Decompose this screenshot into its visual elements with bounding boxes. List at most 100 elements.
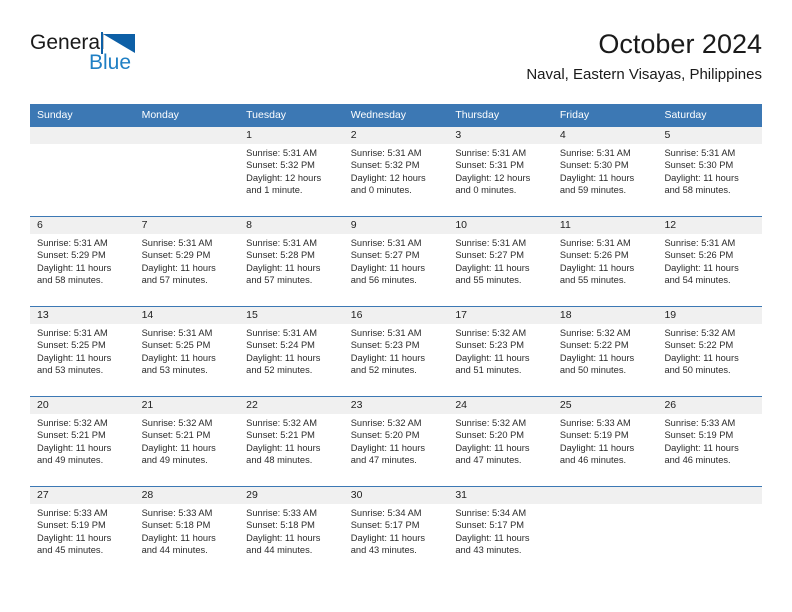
calendar-day-cell[interactable]: 5 Sunrise: 5:31 AM Sunset: 5:30 PM Daylight…	[657, 127, 763, 216]
daylight-duration-line1: Daylight: 11 hours	[141, 532, 216, 543]
daylight-duration-line1: Daylight: 11 hours	[664, 172, 739, 183]
calendar-day-cell[interactable]: 26 Sunrise: 5:33 AM Sunset: 5:19 PM Dayligh…	[657, 397, 763, 486]
calendar-day-cell[interactable]: 19 Sunrise: 5:32 AM Sunset: 5:22 PM Dayligh…	[657, 307, 763, 396]
calendar-day-cell[interactable]: 28 Sunrise: 5:33 AM Sunset: 5:18 PM Dayligh…	[134, 487, 240, 576]
calendar-day-cell[interactable]: 25 Sunrise: 5:33 AM Sunset: 5:19 PM Dayligh…	[552, 397, 658, 486]
daylight-duration-line2: and 54 minutes.	[664, 274, 731, 285]
calendar-day-cell[interactable]: 17 Sunrise: 5:32 AM Sunset: 5:23 PM Dayligh…	[448, 307, 553, 396]
calendar-day-cell[interactable]: 22 Sunrise: 5:32 AM Sunset: 5:21 PM Dayligh…	[239, 397, 344, 486]
day-number: 8	[239, 217, 344, 234]
day-number: 10	[448, 217, 553, 234]
weekday-header-saturday: Saturday	[664, 109, 707, 121]
day-details: Sunrise: 5:32 AM Sunset: 5:21 PM Daylight:…	[135, 414, 240, 466]
calendar-day-cell[interactable]: 15 Sunrise: 5:31 AM Sunset: 5:24 PM Dayligh…	[239, 307, 344, 396]
calendar-grid: Sunday Monday Tuesday Wednesday Thursday…	[30, 104, 763, 576]
daylight-duration-line1: Daylight: 11 hours	[559, 352, 635, 363]
sunrise-time: Sunrise: 5:32 AM	[455, 418, 527, 428]
calendar-day-cell[interactable]: 6 Sunrise: 5:31 AM Sunset: 5:29 PM Daylight…	[30, 217, 135, 306]
calendar-day-cell[interactable]: 10 Sunrise: 5:31 AM Sunset: 5:27 PM Dayligh…	[448, 217, 553, 306]
day-number	[134, 127, 240, 144]
calendar-day-cell[interactable]: 24 Sunrise: 5:32 AM Sunset: 5:20 PM Dayligh…	[448, 397, 553, 486]
calendar-day-cell[interactable]: 3 Sunrise: 5:31 AM Sunset: 5:31 PM Daylight…	[448, 127, 553, 216]
daylight-duration-line2: and 55 minutes.	[559, 274, 627, 285]
calendar-day-cell[interactable]: 27 Sunrise: 5:33 AM Sunset: 5:19 PM Dayligh…	[30, 487, 135, 576]
sunrise-time: Sunrise: 5:31 AM	[455, 148, 527, 158]
sunset-time: Sunset: 5:31 PM	[455, 160, 525, 171]
day-number: 3	[448, 127, 553, 144]
sunset-time: Sunset: 5:24 PM	[246, 340, 315, 351]
weekday-header-wednesday: Wednesday	[350, 109, 406, 121]
daylight-duration-line2: and 46 minutes.	[559, 454, 627, 465]
day-details: Sunrise: 5:31 AM Sunset: 5:31 PM Daylight:…	[448, 144, 553, 196]
general-blue-logo[interactable]: General Blue	[30, 32, 160, 80]
daylight-duration-line2: and 52 minutes.	[246, 364, 313, 375]
day-details: Sunrise: 5:32 AM Sunset: 5:20 PM Daylight:…	[344, 414, 449, 466]
daylight-duration-line2: and 58 minutes.	[664, 184, 731, 195]
calendar-day-cell[interactable]: 18 Sunrise: 5:32 AM Sunset: 5:22 PM Dayligh…	[552, 307, 658, 396]
sunset-time: Sunset: 5:19 PM	[37, 520, 106, 531]
daylight-duration-line1: Daylight: 11 hours	[141, 262, 216, 273]
calendar-day-cell[interactable]: 30 Sunrise: 5:34 AM Sunset: 5:17 PM Dayligh…	[343, 487, 449, 576]
calendar-day-cell[interactable]: 13 Sunrise: 5:31 AM Sunset: 5:25 PM Dayligh…	[30, 307, 135, 396]
sunset-time: Sunset: 5:19 PM	[664, 430, 734, 441]
calendar-day-cell[interactable]: 7 Sunrise: 5:31 AM Sunset: 5:29 PM Daylight…	[134, 217, 240, 306]
calendar-day-cell[interactable]: 21 Sunrise: 5:32 AM Sunset: 5:21 PM Dayligh…	[134, 397, 240, 486]
daylight-duration-line2: and 56 minutes.	[350, 274, 417, 285]
sunset-time: Sunset: 5:21 PM	[37, 430, 106, 441]
day-number: 26	[657, 397, 763, 414]
daylight-duration-line2: and 55 minutes.	[455, 274, 522, 285]
calendar-day-cell[interactable]: 14 Sunrise: 5:31 AM Sunset: 5:25 PM Dayligh…	[134, 307, 240, 396]
weekday-header-tuesday: Tuesday	[246, 109, 287, 121]
day-details: Sunrise: 5:34 AM Sunset: 5:17 PM Daylight:…	[344, 504, 449, 556]
sunrise-time: Sunrise: 5:33 AM	[664, 418, 736, 428]
calendar-day-cell[interactable]: 20 Sunrise: 5:32 AM Sunset: 5:21 PM Dayligh…	[30, 397, 135, 486]
calendar-day-cell[interactable]: 11 Sunrise: 5:31 AM Sunset: 5:26 PM Dayligh…	[552, 217, 658, 306]
day-number: 25	[552, 397, 658, 414]
day-number: 21	[134, 397, 240, 414]
daylight-duration-line1: Daylight: 11 hours	[141, 352, 216, 363]
daylight-duration-line1: Daylight: 11 hours	[350, 352, 425, 363]
day-details: Sunrise: 5:31 AM Sunset: 5:25 PM Daylight:…	[30, 324, 135, 376]
daylight-duration-line1: Daylight: 11 hours	[455, 532, 530, 543]
calendar-week-row: 1 Sunrise: 5:31 AM Sunset: 5:32 PM Daylight…	[30, 127, 763, 216]
daylight-duration-line2: and 47 minutes.	[455, 454, 522, 465]
calendar-weeks: 1 Sunrise: 5:31 AM Sunset: 5:32 PM Daylight…	[30, 127, 763, 576]
day-number: 27	[30, 487, 135, 504]
day-number: 14	[134, 307, 240, 324]
day-number: 18	[552, 307, 658, 324]
day-number: 1	[239, 127, 344, 144]
daylight-duration-line1: Daylight: 11 hours	[350, 442, 425, 453]
calendar-day-cell[interactable]: 1 Sunrise: 5:31 AM Sunset: 5:32 PM Daylight…	[239, 127, 344, 216]
calendar-day-cell[interactable]: 12 Sunrise: 5:31 AM Sunset: 5:26 PM Dayligh…	[657, 217, 763, 306]
daylight-duration-line1: Daylight: 11 hours	[664, 352, 739, 363]
weekday-header-friday: Friday	[559, 109, 590, 121]
sunrise-time: Sunrise: 5:32 AM	[350, 418, 422, 428]
daylight-duration-line2: and 45 minutes.	[37, 544, 104, 555]
calendar-day-cell[interactable]: 8 Sunrise: 5:31 AM Sunset: 5:28 PM Daylight…	[239, 217, 344, 306]
sunrise-time: Sunrise: 5:33 AM	[559, 418, 631, 428]
sunrise-time: Sunrise: 5:31 AM	[246, 148, 317, 158]
page-subtitle: Naval, Eastern Visayas, Philippines	[526, 66, 762, 83]
calendar-day-cell[interactable]: 4 Sunrise: 5:31 AM Sunset: 5:30 PM Daylight…	[552, 127, 658, 216]
day-number: 15	[239, 307, 344, 324]
day-number: 31	[448, 487, 553, 504]
day-details: Sunrise: 5:33 AM Sunset: 5:19 PM Daylight:…	[553, 414, 658, 466]
calendar-day-cell[interactable]: 16 Sunrise: 5:31 AM Sunset: 5:23 PM Dayligh…	[343, 307, 449, 396]
sunset-time: Sunset: 5:22 PM	[559, 340, 629, 351]
daylight-duration-line1: Daylight: 11 hours	[37, 262, 112, 273]
sunrise-time: Sunrise: 5:31 AM	[664, 238, 736, 248]
calendar-day-cell[interactable]: 23 Sunrise: 5:32 AM Sunset: 5:20 PM Dayligh…	[343, 397, 449, 486]
sunset-time: Sunset: 5:27 PM	[350, 250, 420, 261]
sunrise-time: Sunrise: 5:31 AM	[246, 328, 317, 338]
sunset-time: Sunset: 5:17 PM	[350, 520, 420, 531]
day-number: 24	[448, 397, 553, 414]
sunrise-time: Sunrise: 5:32 AM	[141, 418, 213, 428]
sunrise-time: Sunrise: 5:31 AM	[350, 328, 422, 338]
day-details: Sunrise: 5:31 AM Sunset: 5:24 PM Daylight:…	[239, 324, 344, 376]
calendar-day-cell[interactable]: 29 Sunrise: 5:33 AM Sunset: 5:18 PM Dayligh…	[239, 487, 344, 576]
calendar-day-cell[interactable]: 2 Sunrise: 5:31 AM Sunset: 5:32 PM Daylight…	[343, 127, 449, 216]
calendar-day-cell[interactable]: 9 Sunrise: 5:31 AM Sunset: 5:27 PM Daylight…	[343, 217, 449, 306]
day-details: Sunrise: 5:32 AM Sunset: 5:20 PM Daylight:…	[448, 414, 553, 466]
daylight-duration-line1: Daylight: 11 hours	[664, 442, 739, 453]
calendar-day-cell[interactable]: 31 Sunrise: 5:34 AM Sunset: 5:17 PM Dayligh…	[448, 487, 553, 576]
